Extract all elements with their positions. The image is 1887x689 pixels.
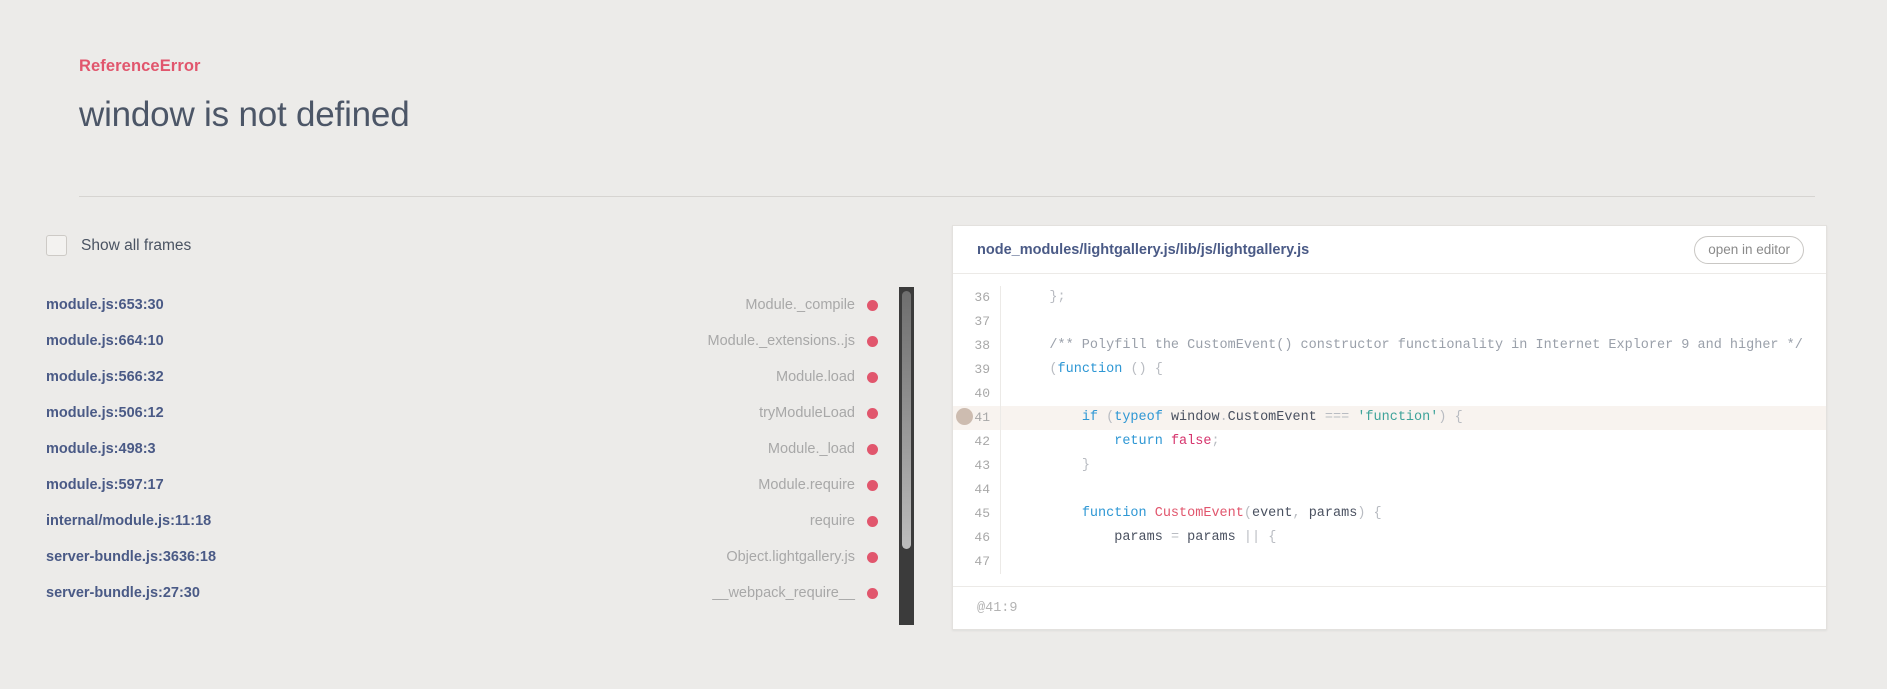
- frame-file-location: module.js:506:12: [46, 405, 164, 421]
- code-line[interactable]: 42 return false;: [953, 430, 1826, 454]
- frame-function-name: __webpack_require__: [712, 585, 855, 601]
- table-row[interactable]: module.js:506:12 tryModuleLoad: [0, 395, 900, 431]
- line-number: 45: [953, 502, 1001, 526]
- table-row[interactable]: internal/module.js:11:18 require: [0, 503, 900, 539]
- code-line-text: }: [1081, 458, 1090, 473]
- stack-frames-scrollbar-thumb[interactable]: [902, 291, 911, 549]
- frame-function-name: Module._compile: [745, 297, 855, 313]
- line-number-text: 39: [974, 362, 990, 377]
- open-in-editor-button[interactable]: open in editor: [1694, 235, 1804, 264]
- header-divider: [79, 196, 1815, 197]
- table-row[interactable]: module.js:597:17 Module.require: [0, 467, 900, 503]
- code-line-text: };: [1049, 290, 1066, 305]
- frame-file-location: server-bundle.js:3636:18: [46, 549, 217, 565]
- error-type: ReferenceError: [79, 57, 201, 75]
- stack-frames-scrollbar[interactable]: [899, 287, 914, 625]
- code-line-text: return false;: [1114, 434, 1220, 449]
- frame-status-dot-icon: [867, 587, 878, 599]
- source-code-panel-header: node_modules/lightgallery.js/lib/js/ligh…: [953, 226, 1826, 274]
- frame-function-name: Module._load: [767, 441, 855, 457]
- line-number-text: 45: [974, 506, 990, 521]
- code-line[interactable]: 47: [953, 550, 1826, 574]
- line-number-text: 37: [974, 314, 990, 329]
- source-location-footer: @41:9: [953, 587, 1826, 629]
- error-message: window is not defined: [79, 95, 410, 134]
- frame-file-location: module.js:664:10: [46, 333, 164, 349]
- line-number: 37: [953, 310, 1001, 334]
- error-line-marker-icon: [956, 408, 973, 425]
- table-row[interactable]: module.js:653:30 Module._compile: [0, 287, 900, 323]
- line-number-text: 44: [974, 482, 990, 497]
- line-number-text: 42: [974, 434, 990, 449]
- code-line-text: if (typeof window.CustomEvent === 'funct…: [1081, 410, 1463, 425]
- code-line-text: params = params || {: [1114, 530, 1277, 545]
- show-all-frames-checkbox[interactable]: [46, 235, 67, 256]
- line-number: 44: [953, 478, 1001, 502]
- code-line-text: /** Polyfill the CustomEvent() construct…: [1017, 338, 1803, 353]
- show-all-frames-toggle[interactable]: Show all frames: [46, 235, 191, 256]
- line-number: 46: [953, 526, 1001, 550]
- frame-status-dot-icon: [867, 299, 878, 311]
- frame-function-name: Module.require: [758, 477, 855, 493]
- line-number-text: 46: [974, 530, 990, 545]
- line-number: 47: [953, 550, 1001, 574]
- frame-status-dot-icon: [867, 479, 878, 491]
- frame-status-dot-icon: [867, 407, 878, 419]
- frame-status-dot-icon: [867, 551, 878, 563]
- frame-function-name: require: [809, 513, 855, 529]
- code-line[interactable]: 38 /** Polyfill the CustomEvent() constr…: [953, 334, 1826, 358]
- table-row[interactable]: module.js:566:32 Module.load: [0, 359, 900, 395]
- frame-file-location: module.js:498:3: [46, 441, 156, 457]
- error-header: ReferenceError window is not defined: [79, 56, 1449, 136]
- line-number-text: 47: [974, 554, 990, 569]
- line-number: 36: [953, 286, 1001, 310]
- line-number-text: 40: [974, 386, 990, 401]
- frame-file-location: module.js:566:32: [46, 369, 164, 385]
- frame-function-name: tryModuleLoad: [759, 405, 855, 421]
- frame-function-name: Module.load: [776, 369, 855, 385]
- line-number: 39: [953, 358, 1001, 382]
- frame-function-name: Object.lightgallery.js: [726, 549, 855, 565]
- code-line[interactable]: 36 };: [953, 286, 1826, 310]
- stack-frames-list[interactable]: module.js:653:30 Module._compile module.js…: [0, 287, 900, 611]
- line-number-text: 36: [974, 290, 990, 305]
- table-row[interactable]: module.js:664:10 Module._extensions..js: [0, 323, 900, 359]
- show-all-frames-label: Show all frames: [81, 236, 192, 254]
- line-number-text: 41: [974, 410, 990, 425]
- line-number: 42: [953, 430, 1001, 454]
- frame-function-name: Module._extensions..js: [707, 333, 856, 349]
- code-line[interactable]: 46 params = params || {: [953, 526, 1826, 550]
- code-line[interactable]: 37: [953, 310, 1826, 334]
- frame-file-location: module.js:597:17: [46, 477, 164, 493]
- frame-status-dot-icon: [867, 371, 878, 383]
- frame-file-location: module.js:653:30: [46, 297, 164, 313]
- code-line[interactable]: 44: [953, 478, 1826, 502]
- line-number: 38: [953, 334, 1001, 358]
- code-line[interactable]: 41 if (typeof window.CustomEvent === 'fu…: [953, 406, 1826, 430]
- frame-status-dot-icon: [867, 335, 878, 347]
- table-row[interactable]: module.js:498:3 Module._load: [0, 431, 900, 467]
- line-number: 40: [953, 382, 1001, 406]
- frame-status-dot-icon: [867, 515, 878, 527]
- error-overlay-page: ReferenceError window is not defined Sho…: [0, 0, 1887, 689]
- line-number: 41: [953, 406, 1001, 430]
- code-line[interactable]: 40: [953, 382, 1826, 406]
- line-number-text: 38: [974, 338, 990, 353]
- frame-file-location: server-bundle.js:27:30: [46, 585, 200, 601]
- code-line-text: (function () {: [1049, 362, 1163, 377]
- code-line[interactable]: 45 function CustomEvent(event, params) {: [953, 502, 1826, 526]
- frame-file-location: internal/module.js:11:18: [46, 513, 212, 529]
- code-line-text: function CustomEvent(event, params) {: [1081, 506, 1382, 521]
- table-row[interactable]: server-bundle.js:3636:18 Object.lightgall…: [0, 539, 900, 575]
- line-number: 43: [953, 454, 1001, 478]
- line-number-text: 43: [974, 458, 990, 473]
- table-row[interactable]: server-bundle.js:27:30 __webpack_require_…: [0, 575, 900, 611]
- frame-status-dot-icon: [867, 443, 878, 455]
- source-code-panel: node_modules/lightgallery.js/lib/js/ligh…: [952, 225, 1827, 630]
- code-line[interactable]: 39 (function () {: [953, 358, 1826, 382]
- source-file-path: node_modules/lightgallery.js/lib/js/ligh…: [977, 241, 1310, 258]
- source-code-body[interactable]: 36 }; 37 38 /** Polyfill the CustomEvent()…: [953, 274, 1826, 587]
- code-line[interactable]: 43 }: [953, 454, 1826, 478]
